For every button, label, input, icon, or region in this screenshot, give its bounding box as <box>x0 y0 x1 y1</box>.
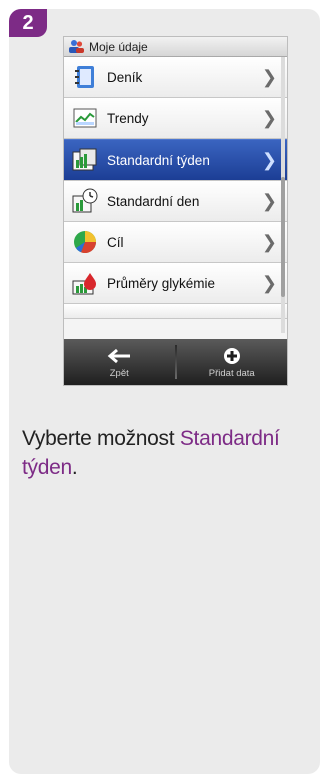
chevron-right-icon: ❯ <box>261 150 277 170</box>
add-data-button-label: Přidat data <box>208 367 255 379</box>
menu-item-label: Standardní den <box>107 193 200 209</box>
chevron-right-icon: ❯ <box>261 108 277 128</box>
menu-item-label: Průměry glykémie <box>107 275 216 291</box>
menu-item-label: Trendy <box>107 110 149 126</box>
chevron-right-icon: ❯ <box>261 232 277 252</box>
menu-item-denik[interactable]: Deník ❯ <box>64 57 287 98</box>
device-screen: Moje údaje Deník ❯ Trendy ❯ Standardní t… <box>63 36 288 386</box>
back-button-label: Zpět <box>109 367 129 379</box>
footer-toolbar: Zpět Přidat data <box>64 339 287 385</box>
screen-title: Moje údaje <box>89 39 148 54</box>
menu-item-trendy[interactable]: Trendy ❯ <box>64 98 287 139</box>
instruction-prefix: Vyberte možnost <box>22 427 180 450</box>
menu-item-standardni-den[interactable]: Standardní den ❯ <box>64 181 287 222</box>
back-button[interactable]: Zpět <box>64 339 175 385</box>
menu-item-label: Deník <box>107 69 143 85</box>
arrow-left-icon <box>107 346 131 366</box>
instruction-suffix: . <box>71 456 78 479</box>
menu-item-standardni-tyden[interactable]: Standardní týden ❯ <box>64 139 287 181</box>
add-data-button[interactable]: Přidat data <box>177 339 288 385</box>
chevron-right-icon: ❯ <box>261 273 277 293</box>
menu-list: Deník ❯ Trendy ❯ Standardní týden ❯ Stan… <box>64 57 287 319</box>
chevron-right-icon: ❯ <box>261 67 277 87</box>
menu-item-cil[interactable]: Cíl ❯ <box>64 222 287 263</box>
logbook-icon <box>72 65 98 89</box>
menu-item-prumery-glykemie[interactable]: Průměry glykémie ❯ <box>64 263 287 304</box>
standard-day-icon <box>72 188 98 213</box>
step-badge: 2 <box>9 9 47 37</box>
menu-item-label: Cíl <box>107 234 124 250</box>
chevron-right-icon: ❯ <box>261 191 277 211</box>
standard-week-icon <box>72 148 98 172</box>
menu-item-label: Standardní týden <box>107 152 210 168</box>
instruction-text: Vyberte možnost Standardní týden. <box>22 424 312 482</box>
user-group-icon <box>68 39 85 54</box>
plus-circle-icon <box>223 346 241 366</box>
screen-header: Moje údaje <box>64 37 287 57</box>
glucose-averages-icon <box>72 271 98 295</box>
step-number: 2 <box>22 11 34 34</box>
menu-item-partial <box>64 304 287 319</box>
trend-chart-icon <box>72 106 98 130</box>
target-pie-icon <box>72 230 98 254</box>
scrollbar-thumb[interactable] <box>281 177 285 297</box>
